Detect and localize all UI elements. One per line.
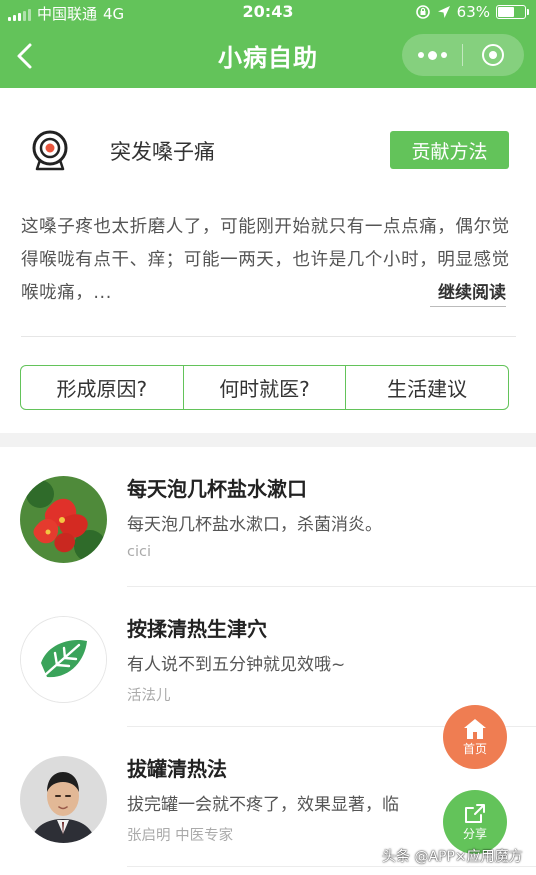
share-label: 分享 — [462, 826, 487, 841]
method-summary: 每天泡几杯盐水漱口，杀菌消炎。 — [127, 515, 382, 535]
flower-thumbnail — [20, 476, 107, 563]
tab-when-to-see-doctor[interactable]: 何时就医? — [182, 366, 346, 409]
share-button[interactable]: 分享 — [443, 790, 507, 854]
throat-icon — [32, 130, 68, 171]
row-divider — [127, 866, 536, 867]
contribute-method-button[interactable]: 贡献方法 — [390, 131, 509, 169]
topic-tabs: 形成原因? 何时就医? 生活建议 — [20, 365, 509, 410]
tab-causes[interactable]: 形成原因? — [21, 366, 183, 409]
home-label: 首页 — [462, 741, 487, 756]
method-summary: 拔完罐一会就不疼了，效果显著，临 — [127, 795, 399, 815]
method-title: 按揉清热生津穴 — [127, 617, 267, 641]
battery-percent: 63% — [456, 3, 490, 21]
status-right: 63% — [415, 3, 529, 21]
rotation-lock-icon — [415, 5, 430, 19]
topic-card: 突发嗓子痛 贡献方法 这嗓子疼也太折磨人了，可能刚开始就只有一点点痛，偶尔觉得喉… — [0, 88, 536, 433]
tab-lifestyle-advice[interactable]: 生活建议 — [345, 366, 508, 409]
divider — [21, 336, 516, 337]
method-author: 活法儿 — [127, 688, 171, 704]
list-item[interactable]: 每天泡几杯盐水漱口 每天泡几杯盐水漱口，杀菌消炎。 cici — [0, 447, 536, 587]
method-title: 拔罐清热法 — [127, 757, 227, 781]
nav-bar: 小病自助 — [0, 24, 536, 88]
more-options-icon[interactable] — [402, 34, 462, 76]
home-icon — [464, 718, 486, 739]
home-button[interactable]: 首页 — [443, 705, 507, 769]
method-title: 每天泡几杯盐水漱口 — [127, 477, 307, 501]
close-mini-program-icon[interactable] — [463, 34, 523, 76]
read-more-link[interactable]: 继续阅读 — [430, 278, 506, 307]
method-summary: 有人说不到五分钟就见效哦~ — [127, 655, 346, 675]
watermark: 头条 @APP×应用魔方 — [382, 849, 523, 865]
location-arrow-icon — [437, 6, 450, 18]
share-icon — [465, 803, 485, 823]
leaf-logo-thumbnail — [20, 616, 107, 703]
doctor-avatar — [20, 756, 107, 843]
method-author: 张启明 中医专家 — [127, 828, 234, 844]
mini-program-capsule — [402, 34, 524, 76]
section-separator — [0, 433, 536, 447]
status-bar: 中国联通 4G 20:43 63% — [0, 0, 536, 24]
battery-icon — [496, 5, 529, 19]
list-item[interactable]: 按揉清热生津穴 有人说不到五分钟就见效哦~ 活法儿 — [0, 587, 536, 727]
method-author: cici — [127, 544, 152, 560]
topic-title: 突发嗓子痛 — [110, 140, 215, 164]
